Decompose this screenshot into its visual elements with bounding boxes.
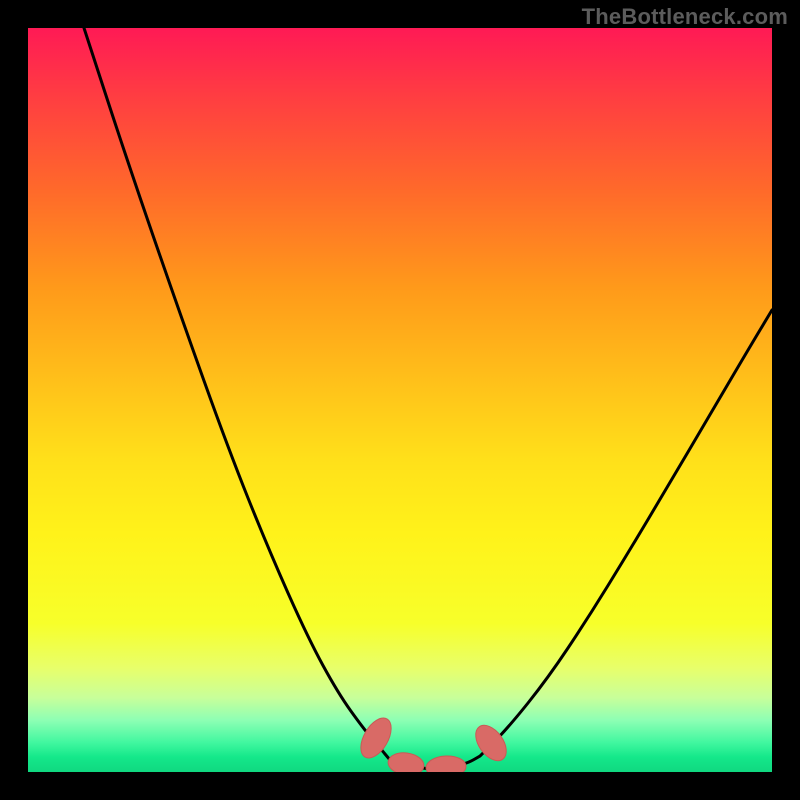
marker-layer [355, 713, 513, 772]
bottleneck-curve [84, 28, 772, 769]
marker-left-slope [355, 713, 398, 763]
curve-layer [84, 28, 772, 769]
marker-floor-right [425, 755, 466, 772]
plot-area [28, 28, 772, 772]
marker-floor-left [387, 751, 426, 772]
watermark-text: TheBottleneck.com [582, 4, 788, 30]
outer-frame: TheBottleneck.com [0, 0, 800, 800]
chart-svg [28, 28, 772, 772]
